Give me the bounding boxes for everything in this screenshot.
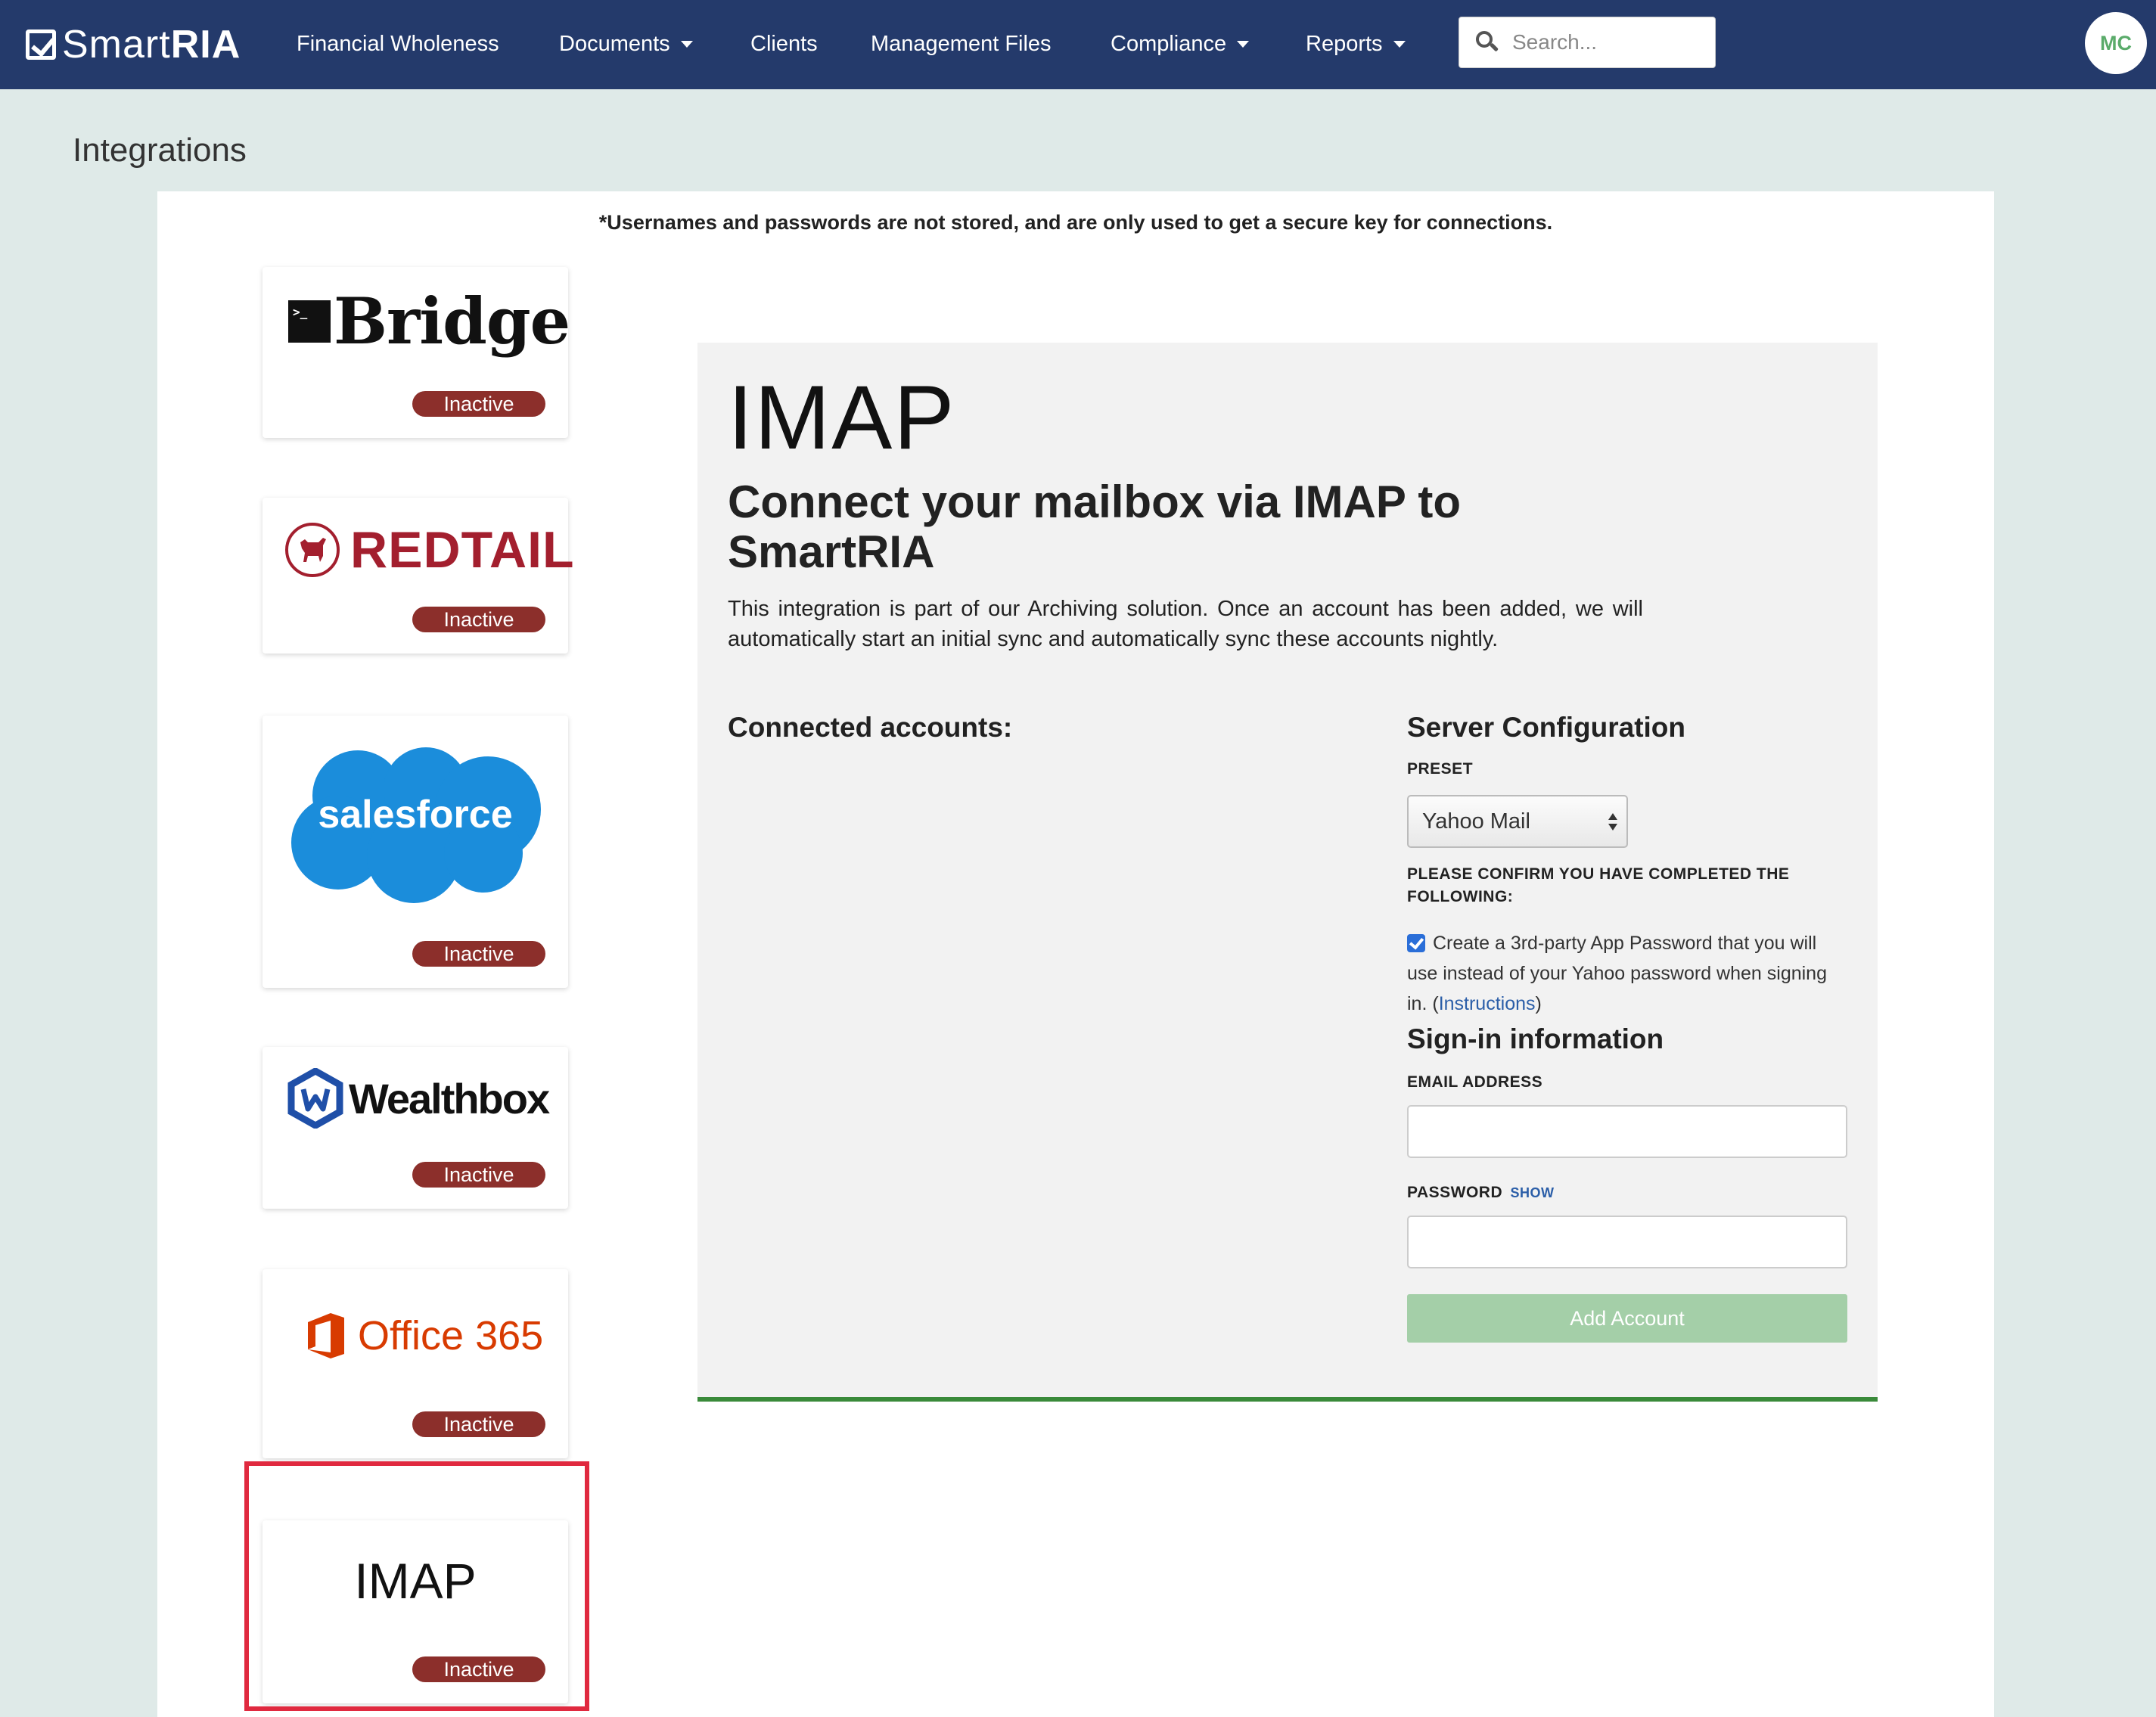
integration-tile-office365[interactable]: Office 365 Inactive: [263, 1269, 568, 1458]
signin-heading: Sign-in information: [1407, 1023, 1664, 1054]
salesforce-cloud-icon: salesforce: [291, 747, 541, 903]
nav-reports[interactable]: Reports: [1306, 29, 1406, 59]
integration-tile-redtail[interactable]: REDTAIL Inactive: [263, 498, 574, 654]
wealthbox-icon: [287, 1068, 343, 1129]
logo-text-smart: Smart: [62, 23, 171, 67]
office365-logo: Office 365: [305, 1312, 543, 1360]
user-avatar[interactable]: MC: [2085, 12, 2147, 74]
nav-financial-wholeness[interactable]: Financial Wholeness: [297, 29, 499, 59]
bridge-logo: Bridge: [288, 290, 570, 353]
wealthbox-logo-text: Wealthbox: [349, 1074, 550, 1122]
caret-down-icon: [680, 40, 693, 48]
integration-tile-wealthbox[interactable]: Wealthbox Inactive: [263, 1047, 568, 1209]
app-password-checkbox[interactable]: [1407, 934, 1425, 952]
panel-title: IMAP: [728, 367, 956, 468]
nav-compliance[interactable]: Compliance: [1111, 29, 1250, 59]
nav-label: Compliance: [1111, 32, 1227, 56]
nav-label: Management Files: [871, 32, 1052, 56]
office-icon: [308, 1313, 344, 1358]
redtail-logo: REDTAIL: [285, 520, 575, 579]
imap-detail-panel: IMAP Connect your mailbox via IMAP to Sm…: [697, 343, 1878, 1402]
search-icon: [1476, 31, 1499, 54]
check-box-icon: [26, 29, 56, 60]
integration-tile-bridge[interactable]: Bridge Inactive: [263, 267, 570, 438]
select-arrows-icon: [1608, 810, 1617, 834]
instructions-link[interactable]: Instructions: [1439, 993, 1536, 1014]
confirm-close-paren: ): [1535, 993, 1542, 1014]
search-input[interactable]: [1512, 30, 1701, 54]
nav-label: Clients: [750, 32, 818, 56]
status-badge: Inactive: [412, 391, 545, 417]
redtail-logo-text: REDTAIL: [350, 521, 575, 579]
add-account-button[interactable]: Add Account: [1407, 1294, 1847, 1343]
nav-label: Financial Wholeness: [297, 32, 499, 56]
wealthbox-logo: Wealthbox: [287, 1068, 550, 1129]
office365-logo-text: Office 365: [358, 1313, 544, 1358]
panel-description: This integration is part of our Archivin…: [728, 597, 1643, 651]
server-config-column: Server Configuration PRESET Yahoo Mail P…: [1407, 712, 1847, 1343]
status-badge: Inactive: [412, 1411, 545, 1437]
password-field[interactable]: [1407, 1216, 1847, 1268]
dog-icon: [285, 523, 340, 577]
terminal-icon: [288, 300, 331, 343]
nav-documents[interactable]: Documents: [559, 29, 693, 59]
preset-label: PRESET: [1407, 760, 1474, 778]
caret-down-icon: [1237, 40, 1250, 48]
preset-select[interactable]: Yahoo Mail: [1407, 795, 1628, 848]
password-label: PASSWORD: [1407, 1184, 1503, 1201]
top-nav: Smart RIA Financial Wholeness Documents C…: [0, 0, 2156, 89]
server-config-heading: Server Configuration: [1407, 712, 1685, 743]
panel-subtitle: Connect your mailbox via IMAP to SmartRI…: [728, 477, 1462, 577]
integration-tile-salesforce[interactable]: salesforce Inactive: [263, 716, 568, 988]
nav-clients[interactable]: Clients: [750, 29, 818, 59]
email-label: EMAIL ADDRESS: [1407, 1073, 1543, 1091]
preset-selected-value: Yahoo Mail: [1422, 809, 1530, 834]
nav-management-files[interactable]: Management Files: [871, 29, 1052, 59]
nav-label: Documents: [559, 32, 670, 56]
status-badge: Inactive: [412, 607, 545, 632]
page-title: Integrations: [73, 132, 247, 169]
connected-accounts-heading: Connected accounts:: [728, 712, 1013, 743]
bridge-logo-text: Bridge: [334, 284, 570, 359]
status-badge: Inactive: [412, 1162, 545, 1188]
caret-down-icon: [1393, 40, 1406, 48]
credentials-notice: *Usernames and passwords are not stored,…: [598, 211, 1553, 234]
nav-label: Reports: [1306, 32, 1383, 56]
confirm-label: PLEASE CONFIRM YOU HAVE COMPLETED THE FO…: [1407, 865, 1790, 905]
logo-text-ria: RIA: [170, 23, 241, 67]
search-box: [1459, 17, 1716, 68]
smartria-logo[interactable]: Smart RIA: [26, 23, 241, 67]
email-field[interactable]: [1407, 1105, 1847, 1158]
status-badge: Inactive: [412, 941, 545, 967]
confirm-row: Create a 3rd-party App Password that you…: [1407, 928, 1847, 1019]
show-password-link[interactable]: SHOW: [1510, 1185, 1554, 1200]
salesforce-logo-text: salesforce: [318, 793, 512, 837]
password-label-row: PASSWORD SHOW: [1407, 1184, 1554, 1202]
selected-tile-highlight: [244, 1461, 589, 1711]
